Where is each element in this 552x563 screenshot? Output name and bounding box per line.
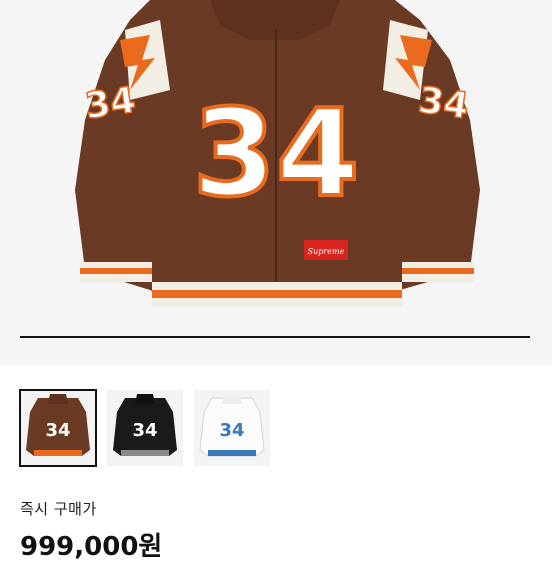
hoodie-illustration: 34 34 34 Supreme xyxy=(75,0,480,306)
thumbnail-black-image: 34 xyxy=(113,394,177,456)
thumbnail-black[interactable]: 34 xyxy=(107,390,183,466)
thumbnail-brown[interactable]: 34 xyxy=(19,389,97,467)
instant-buy-price: 999,000원 xyxy=(20,532,163,562)
thumbnail-white[interactable]: 34 xyxy=(194,390,270,466)
product-image: 34 34 34 Supreme xyxy=(0,0,552,365)
chest-number: 34 xyxy=(193,85,360,224)
brand-patch-text: Supreme xyxy=(308,247,345,256)
instant-buy-label: 즉시 구매가 xyxy=(20,500,97,518)
left-sleeve-number: 34 xyxy=(83,80,138,128)
thumbnail-white-image: 34 xyxy=(199,394,265,457)
thumbnail-white-number: 34 xyxy=(219,420,244,441)
image-carousel-indicator xyxy=(20,336,530,338)
right-sleeve-number: 34 xyxy=(416,80,471,128)
thumbnail-brown-image: 34 xyxy=(26,394,90,456)
thumbnail-list: 34 34 34 xyxy=(19,389,270,467)
thumbnail-brown-number: 34 xyxy=(45,420,70,441)
thumbnail-black-number: 34 xyxy=(132,420,157,441)
